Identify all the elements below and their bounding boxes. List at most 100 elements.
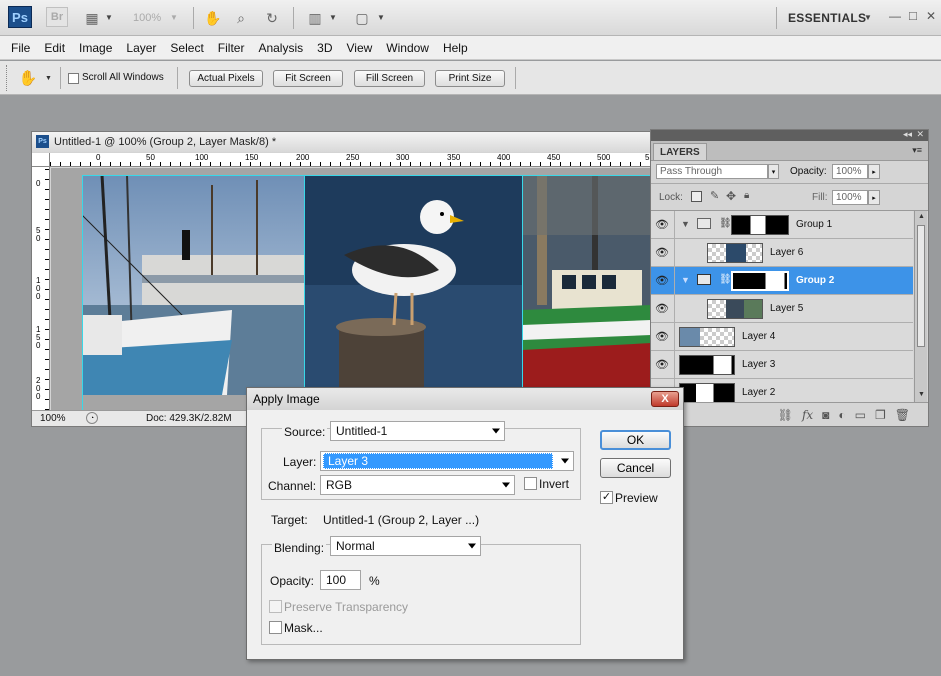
layer-row-group-1[interactable]: 👁︎ ▼ ⛓︎ Group 1 (651, 211, 913, 239)
lock-all-icon[interactable]: 🔒︎ (744, 190, 749, 201)
hand-tool-icon[interactable]: ✋ (18, 69, 38, 87)
layer-thumbnail[interactable] (707, 299, 763, 319)
source-select[interactable]: Untitled-1 (330, 421, 505, 441)
chevron-down-icon[interactable]: ▼ (377, 13, 385, 22)
adjustment-layer-icon[interactable]: ◐ (838, 408, 845, 422)
vertical-ruler[interactable]: 0 5 0 1 0 0 1 5 0 2 0 0 (32, 167, 50, 410)
link-layers-icon[interactable]: ⛓︎ (778, 408, 793, 422)
layer-row-layer-2[interactable]: Layer 2 (651, 379, 913, 402)
visibility-toggle[interactable]: 👁︎ (651, 351, 675, 379)
fill-screen-button[interactable]: Fill Screen (354, 70, 425, 87)
tab-layers[interactable]: LAYERS (653, 143, 707, 160)
chevron-down-icon[interactable]: ▼ (45, 75, 52, 82)
visibility-toggle[interactable]: 👁︎ (651, 267, 675, 295)
layer-thumbnail[interactable] (707, 243, 763, 263)
opacity-input[interactable]: 100 (320, 570, 361, 590)
document-window[interactable]: Ps Untitled-1 @ 100% (Group 2, Layer Mas… (31, 131, 653, 427)
layer-row-layer-3[interactable]: 👁︎ Layer 3 (651, 351, 913, 379)
visibility-toggle[interactable]: 👁︎ (651, 295, 675, 323)
collapse-panel-icon[interactable]: ◂◂ (903, 129, 912, 140)
fit-screen-button[interactable]: Fit Screen (273, 70, 343, 87)
status-info-icon[interactable]: ◔ (86, 412, 98, 424)
cancel-button[interactable]: Cancel (600, 458, 671, 478)
blend-mode-select[interactable]: Pass Through (656, 164, 768, 179)
layer-mask-thumbnail[interactable] (731, 271, 789, 291)
scroll-up-icon[interactable]: ▲ (918, 213, 925, 220)
new-layer-icon[interactable]: ❐ (875, 408, 886, 422)
close-panel-icon[interactable]: ✕ (916, 129, 924, 140)
maximize-button[interactable]: □ (909, 8, 917, 23)
lock-transparent-icon[interactable] (691, 191, 702, 202)
chevron-right-icon[interactable]: ▸ (868, 164, 880, 179)
dialog-title-bar[interactable]: Apply Image X (247, 388, 683, 410)
panel-header-strip[interactable]: ◂◂ ✕ (651, 129, 928, 141)
expand-triangle-icon[interactable]: ▼ (681, 275, 690, 285)
layer-row-layer-5[interactable]: 👁︎ Layer 5 (651, 295, 913, 323)
expand-triangle-icon[interactable]: ▼ (681, 219, 690, 229)
minimize-button[interactable]: — (889, 9, 901, 23)
preserve-transparency-checkbox[interactable] (269, 600, 282, 613)
menu-edit[interactable]: Edit (37, 41, 72, 55)
layer-thumbnail[interactable] (679, 355, 735, 375)
menu-select[interactable]: Select (163, 41, 210, 55)
menu-analysis[interactable]: Analysis (251, 41, 310, 55)
horizontal-ruler[interactable]: 0 50 100 150 200 250 300 350 400 450 500… (50, 153, 650, 167)
opacity-field[interactable]: 100% (832, 164, 868, 179)
guide-line[interactable] (82, 175, 651, 176)
trash-icon[interactable]: 🗑︎ (895, 408, 910, 422)
preview-checkbox[interactable]: ✓ (600, 491, 613, 504)
document-title-bar[interactable]: Ps Untitled-1 @ 100% (Group 2, Layer Mas… (32, 132, 652, 152)
scroll-down-icon[interactable]: ▼ (918, 391, 925, 398)
menu-filter[interactable]: Filter (211, 41, 252, 55)
screen-mode-icon[interactable]: ▢ (352, 9, 372, 27)
ruler-origin[interactable] (32, 153, 50, 167)
workspace-switcher[interactable]: ESSENTIALS (788, 11, 866, 25)
add-mask-icon[interactable]: ◙ (822, 408, 829, 422)
link-icon[interactable]: ⛓︎ (719, 218, 732, 229)
panel-menu-icon[interactable]: ▾≡ (912, 145, 922, 156)
fx-icon[interactable]: fx (802, 408, 813, 422)
menu-layer[interactable]: Layer (119, 41, 163, 55)
visibility-toggle[interactable]: 👁︎ (651, 323, 675, 351)
chevron-down-icon[interactable]: ▼ (105, 13, 113, 22)
chevron-down-icon[interactable]: ▼ (170, 13, 178, 22)
zoom-level-combo[interactable]: 100% (133, 12, 161, 24)
layer-mask-thumbnail[interactable] (731, 215, 789, 235)
chevron-down-icon[interactable]: ▼ (329, 13, 337, 22)
guide-line[interactable] (522, 175, 523, 410)
mask-checkbox[interactable] (269, 621, 282, 634)
new-group-icon[interactable]: ▭ (855, 408, 866, 422)
hand-tool-icon[interactable]: ✋ (203, 9, 223, 27)
layer-row-layer-6[interactable]: 👁︎ Layer 6 (651, 239, 913, 267)
chevron-right-icon[interactable]: ▸ (868, 190, 880, 205)
arrange-documents-icon[interactable]: ▥ (305, 9, 325, 27)
dialog-close-button[interactable]: X (651, 391, 679, 407)
guide-line[interactable] (304, 175, 305, 410)
print-size-button[interactable]: Print Size (435, 70, 505, 87)
zoom-tool-icon[interactable]: ⌕ (231, 9, 251, 27)
guide-line[interactable] (82, 175, 83, 410)
document-canvas[interactable] (51, 168, 651, 410)
layer-thumbnail[interactable] (679, 327, 735, 347)
link-icon[interactable]: ⛓︎ (719, 274, 732, 285)
menu-view[interactable]: View (339, 41, 379, 55)
layers-scrollbar[interactable]: ▲ ▼ (914, 211, 927, 402)
actual-pixels-button[interactable]: Actual Pixels (189, 70, 263, 87)
bridge-launch-button[interactable]: Br (46, 7, 68, 27)
layer-row-layer-4[interactable]: 👁︎ Layer 4 (651, 323, 913, 351)
fill-field[interactable]: 100% (832, 190, 868, 205)
chevron-down-icon[interactable]: ▾ (768, 164, 779, 179)
blending-select[interactable]: Normal (330, 536, 481, 556)
lock-image-icon[interactable]: ✎ (710, 189, 719, 202)
film-strip-icon[interactable]: ▦ (82, 9, 102, 27)
channel-select[interactable]: RGB (320, 475, 515, 495)
scrollbar-thumb[interactable] (917, 225, 925, 347)
menu-image[interactable]: Image (72, 41, 119, 55)
close-app-button[interactable]: ✕ (926, 9, 936, 23)
layer-thumbnail[interactable] (679, 383, 735, 402)
scroll-all-windows-checkbox[interactable] (68, 73, 79, 84)
visibility-toggle[interactable]: 👁︎ (651, 211, 675, 239)
chevron-down-icon[interactable]: ▼ (864, 13, 872, 22)
menu-help[interactable]: Help (436, 41, 475, 55)
lock-position-icon[interactable]: ✥ (726, 189, 736, 203)
